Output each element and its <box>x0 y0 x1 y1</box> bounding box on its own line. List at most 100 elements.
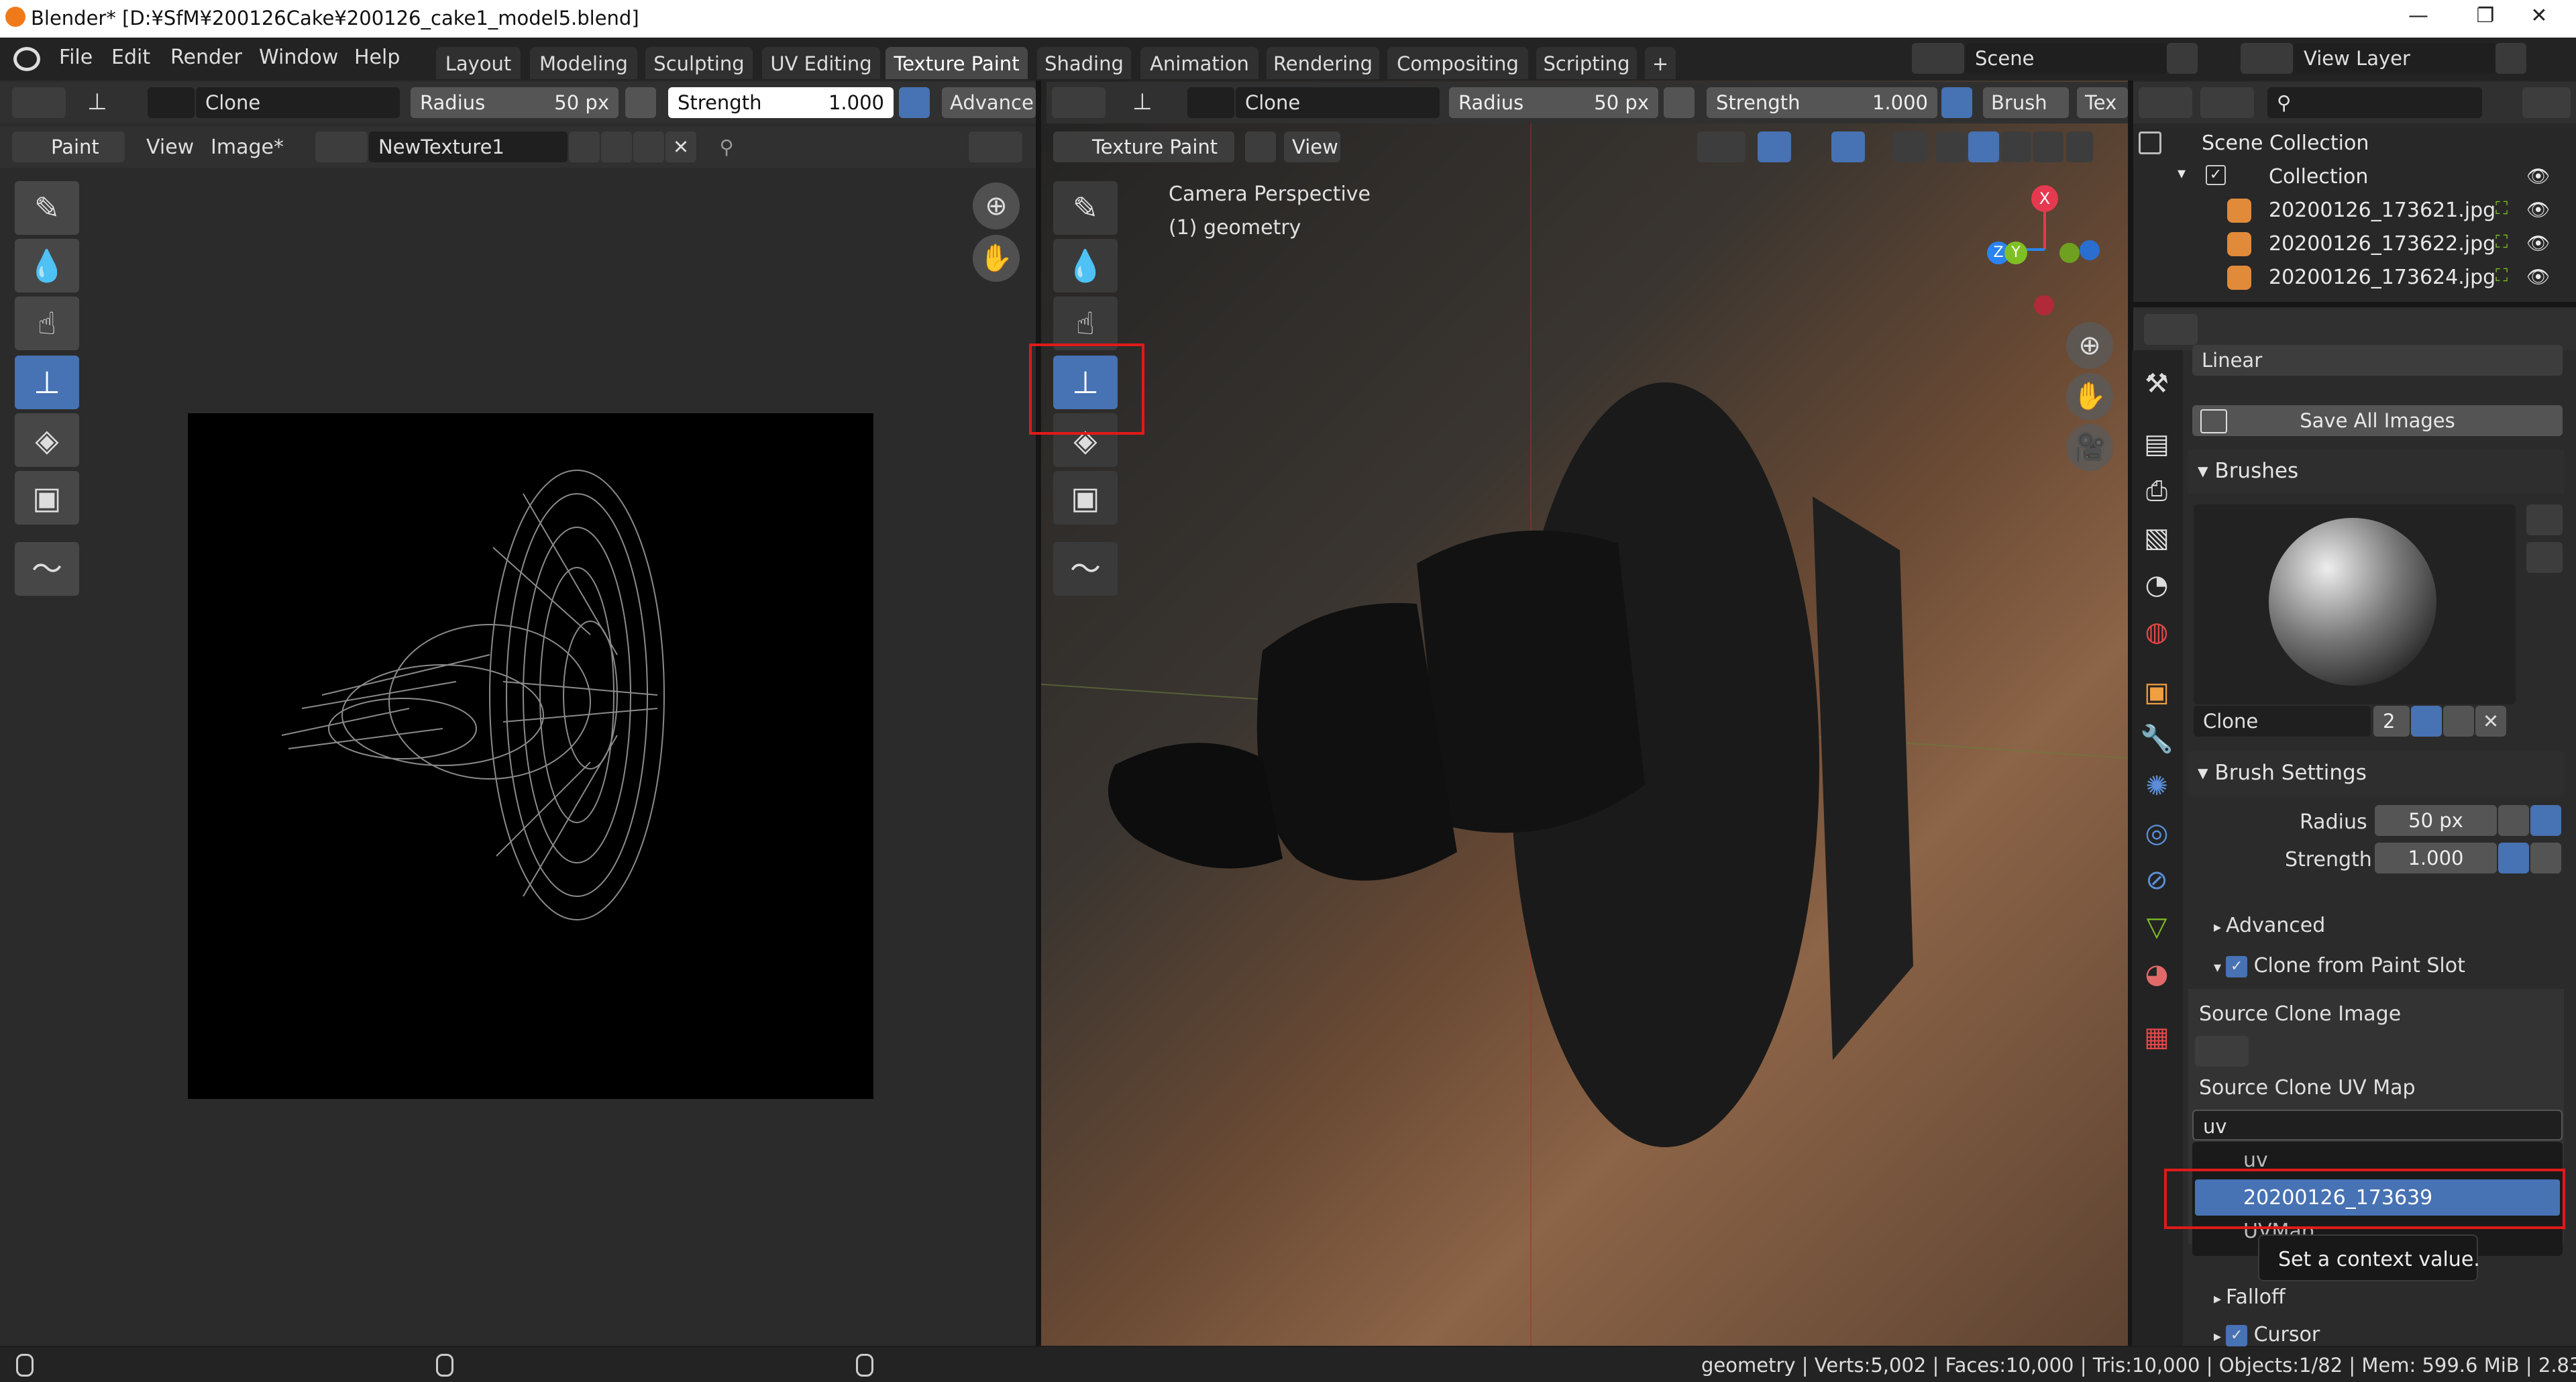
tab-shading[interactable]: Shading <box>1037 47 1131 79</box>
brush-radius-pressure-icon[interactable] <box>2498 805 2529 836</box>
texture-dropdown[interactable]: Tex <box>2077 87 2128 118</box>
item-2-visibility-eye-icon[interactable]: 👁 <box>2526 232 2553 255</box>
scene-selector-icon[interactable] <box>1912 43 1964 74</box>
pin-icon[interactable]: ⚲ <box>711 131 742 162</box>
particles-tab-icon[interactable]: ✺ <box>2132 765 2182 808</box>
tab-animation[interactable]: Animation <box>1140 47 1258 79</box>
editor-type-icon[interactable] <box>12 87 66 118</box>
camera-data-icon[interactable]: ⛶ <box>2496 232 2522 255</box>
viewport-radius-pressure-icon[interactable] <box>1664 87 1695 118</box>
duplicate-brush-icon[interactable] <box>2443 706 2474 737</box>
item-1-visibility-eye-icon[interactable]: 👁 <box>2526 199 2553 221</box>
tab-layout[interactable]: Layout <box>436 47 521 79</box>
tool-tab-icon[interactable]: ⚒ <box>2132 362 2182 405</box>
image-menu[interactable]: Image* <box>211 136 284 159</box>
area-divider-h[interactable] <box>2133 302 2576 307</box>
advanced-dropdown[interactable]: Advance <box>942 87 1036 118</box>
world-tab-icon[interactable]: ◍ <box>2132 610 2182 653</box>
tab-modeling[interactable]: Modeling <box>530 47 637 79</box>
data-tab-icon[interactable]: ▽ <box>2132 906 2182 949</box>
wireframe-shading-icon[interactable] <box>1936 131 1967 162</box>
image-browse-icon[interactable] <box>315 131 368 162</box>
outliner-item-2[interactable]: 20200126_173622.jpg ⛶ 👁 <box>2133 228 2563 262</box>
source-clone-image-browse-icon[interactable] <box>2195 1036 2249 1067</box>
brushes-section-header[interactable]: ▾ Brushes <box>2188 449 2564 494</box>
brush-strength-unit-icon[interactable] <box>2530 843 2561 873</box>
paint-mode-dropdown[interactable]: Paint <box>12 131 125 162</box>
vp-soften-tool-button[interactable]: 💧 <box>1053 239 1118 293</box>
viewport-radius-field[interactable]: Radius 50 px <box>1449 87 1658 118</box>
brush-image-icon[interactable] <box>2526 542 2563 573</box>
strength-field[interactable]: Strength 1.000 <box>668 87 894 118</box>
brush-list-dropdown-icon[interactable] <box>2526 504 2563 535</box>
viewport-zoom-icon[interactable]: ⊕ <box>2066 322 2113 369</box>
save-all-images-button[interactable]: Save All Images <box>2192 405 2563 436</box>
overlay-toggle-icon[interactable] <box>1831 131 1865 162</box>
viewport-strength-field[interactable]: Strength 1.000 <box>1707 87 1937 118</box>
tab-sculpting[interactable]: Sculpting <box>645 47 753 79</box>
collection-row[interactable]: ▾ ✓ Collection 👁 <box>2133 161 2563 195</box>
gizmo-neg-y[interactable] <box>2059 243 2080 263</box>
scene-tab-icon[interactable]: ◔ <box>2132 564 2182 606</box>
display-mode-dropdown-icon[interactable] <box>2200 87 2254 118</box>
collection-visibility-eye-icon[interactable]: 👁 <box>2526 165 2553 188</box>
texture-tab-icon[interactable]: ▦ <box>2132 1016 2182 1059</box>
viewport-editor-type-icon[interactable] <box>1052 87 1106 118</box>
menu-render[interactable]: Render <box>170 46 242 69</box>
viewport-brush-name-field[interactable]: Clone <box>1236 87 1440 118</box>
new-scene-icon[interactable] <box>2167 43 2198 74</box>
tab-scripting[interactable]: Scripting <box>1536 47 1637 79</box>
vp-smear-tool-button[interactable]: ☝ <box>1053 297 1118 350</box>
properties-type-icon[interactable] <box>2144 314 2198 345</box>
visibility-icon[interactable] <box>1697 131 1746 162</box>
view-menu[interactable]: View <box>146 136 194 159</box>
draw-tool-button[interactable]: ✎ <box>15 181 79 235</box>
advanced-subpanel[interactable]: ▸ Advanced <box>2214 914 2325 937</box>
radius-pressure-icon[interactable] <box>625 87 656 118</box>
uv-map-dropdown[interactable]: uv <box>2192 1110 2563 1140</box>
viewport-brush-icon[interactable] <box>1187 87 1234 118</box>
menu-help[interactable]: Help <box>354 46 400 69</box>
mask-tool-button[interactable]: ▣ <box>15 471 79 525</box>
view-layer-tab-icon[interactable]: ▧ <box>2132 517 2182 560</box>
outliner-item-3[interactable]: 20200126_173624.jpg ⛶ 👁 <box>2133 262 2563 295</box>
gizmo-neg-x[interactable] <box>2034 295 2054 315</box>
gizmo-toggle-icon[interactable] <box>1758 131 1791 162</box>
fill-tool-button[interactable]: ◈ <box>15 413 79 467</box>
viewport-pan-icon[interactable]: ✋ <box>2066 373 2113 420</box>
outliner-item-1[interactable]: 20200126_173621.jpg ⛶ 👁 <box>2133 195 2563 228</box>
brush-icon[interactable] <box>148 87 195 118</box>
smear-tool-button[interactable]: ☝ <box>15 297 79 350</box>
scene-field[interactable]: Scene <box>1966 43 2167 74</box>
interpolation-dropdown[interactable]: Linear <box>2192 345 2563 376</box>
tab-rendering[interactable]: Rendering <box>1267 47 1379 79</box>
cursor-subpanel[interactable]: ▸ ✓ Cursor <box>2214 1323 2320 1346</box>
rendered-shading-icon[interactable] <box>2033 131 2063 162</box>
clone-tool-button[interactable]: ⊥ <box>15 356 79 409</box>
modifier-tab-icon[interactable]: 🔧 <box>2132 718 2182 761</box>
vp-mask-tool-button[interactable]: ▣ <box>1053 471 1118 525</box>
tab-texture-paint[interactable]: Texture Paint <box>885 47 1028 79</box>
brush-settings-section-header[interactable]: ▾ Brush Settings <box>2188 751 2564 796</box>
area-divider[interactable] <box>1036 81 1041 1346</box>
brush-preview[interactable] <box>2194 504 2516 704</box>
constraints-tab-icon[interactable]: ⊘ <box>2132 859 2182 902</box>
minimize-button[interactable]: — <box>2388 4 2449 34</box>
close-button[interactable]: ✕ <box>2509 4 2569 34</box>
clone-from-slot-checkbox[interactable]: ✓ <box>2226 955 2248 977</box>
cursor-checkbox[interactable]: ✓ <box>2226 1324 2248 1346</box>
brush-users-count[interactable]: 2 <box>2373 706 2410 737</box>
viewport-view-menu[interactable]: View <box>1284 131 1340 162</box>
material-shading-icon[interactable] <box>2000 131 2031 162</box>
tab-compositing[interactable]: Compositing <box>1387 47 1528 79</box>
brush-name-field[interactable]: Clone <box>196 87 400 118</box>
view-layer-selector-icon[interactable] <box>2241 43 2293 74</box>
radius-field[interactable]: Radius 50 px <box>411 87 619 118</box>
object-tab-icon[interactable]: ▣ <box>2132 671 2182 714</box>
output-tab-icon[interactable]: ⎙ <box>2132 470 2182 513</box>
item-3-visibility-eye-icon[interactable]: 👁 <box>2526 266 2553 288</box>
display-mode-icon[interactable] <box>969 131 1022 162</box>
scene-collection-row[interactable]: Scene Collection <box>2133 127 2563 161</box>
fake-user-shield-icon[interactable] <box>569 131 600 162</box>
brush-radius-unit-icon[interactable] <box>2530 805 2561 836</box>
